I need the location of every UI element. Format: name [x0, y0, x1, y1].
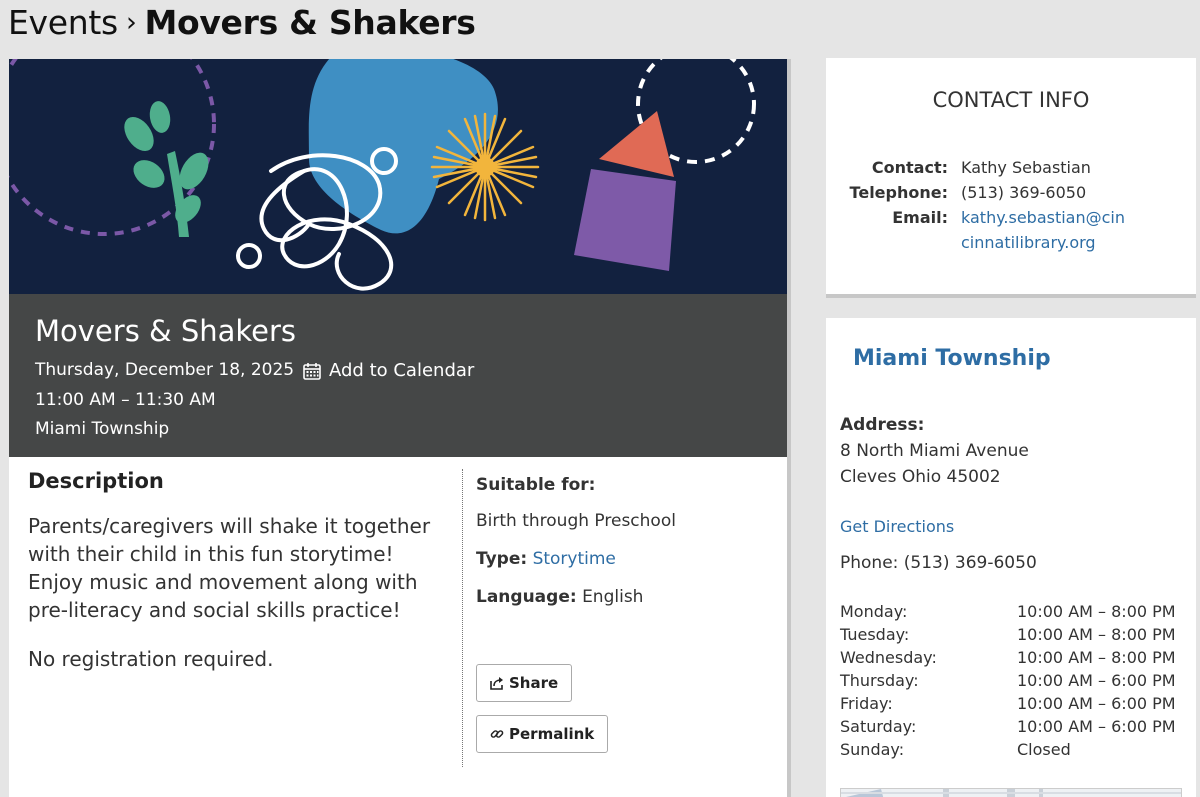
suitable-for-value: Birth through Preschool: [476, 511, 676, 531]
event-type: Type: Storytime: [476, 549, 776, 569]
add-to-calendar-link[interactable]: Add to Calendar: [303, 360, 474, 381]
calendar-icon: [303, 362, 321, 380]
breadcrumb-separator: ›: [125, 6, 137, 38]
hours-row: Tuesday: 10:00 AM – 8:00 PM: [840, 625, 1176, 644]
add-to-calendar-label: Add to Calendar: [329, 360, 475, 381]
banner-illustration: [9, 59, 787, 294]
contact-info-heading: CONTACT INFO: [932, 88, 1090, 112]
share-icon: [490, 677, 503, 690]
address-line-2: Cleves Ohio 45002: [840, 467, 1001, 487]
suitable-for-label: Suitable for:: [476, 475, 596, 495]
hours-row: Saturday: 10:00 AM – 6:00 PM: [840, 717, 1176, 736]
telephone-value: (513) 369-6050: [961, 183, 1087, 202]
breadcrumb-events-link[interactable]: Events: [8, 3, 118, 42]
description-heading: Description: [28, 469, 164, 493]
branch-name-link[interactable]: Miami Township: [853, 346, 1051, 371]
event-title: Movers & Shakers: [35, 314, 297, 348]
event-banner-image: [9, 59, 787, 294]
language-label: Language:: [476, 587, 577, 607]
event-details: Suitable for: Birth through Preschool Ty…: [476, 475, 776, 753]
type-link[interactable]: Storytime: [533, 549, 616, 569]
branch-map[interactable]: [840, 788, 1182, 797]
breadcrumb: Events › Movers & Shakers: [8, 0, 476, 44]
event-location: Miami Township: [35, 419, 170, 439]
share-button[interactable]: Share: [476, 664, 573, 702]
event-card: Movers & Shakers Thursday, December 18, …: [9, 59, 787, 797]
description-body: Parents/caregivers will shake it togethe…: [28, 514, 431, 622]
share-label: Share: [509, 674, 559, 692]
permalink-button[interactable]: Permalink: [476, 715, 609, 753]
email-label: Email:: [892, 208, 948, 227]
page-title: Movers & Shakers: [144, 2, 476, 42]
registration-note: No registration required.: [28, 647, 274, 671]
telephone-label: Telephone:: [849, 183, 948, 202]
contact-info-card: CONTACT INFO Contact: Kathy Sebastian Te…: [826, 58, 1196, 294]
event-time: 11:00 AM – 11:30 AM: [35, 390, 216, 410]
contact-label: Contact:: [871, 158, 948, 177]
permalink-label: Permalink: [509, 725, 595, 743]
branch-info-card: Miami Township Address: 8 North Miami Av…: [826, 318, 1196, 797]
language-value: English: [582, 587, 644, 607]
event-date: Thursday, December 18, 2025: [35, 360, 295, 380]
column-divider: [462, 469, 463, 767]
hours-row: Thursday: 10:00 AM – 6:00 PM: [840, 671, 1176, 690]
description-section: Description Parents/caregivers will shak…: [28, 469, 448, 694]
hours-row: Sunday: Closed: [840, 740, 1071, 759]
email-link[interactable]: kathy.sebastian@cincinnatilibrary.org: [961, 205, 1131, 255]
address-line-1: 8 North Miami Avenue: [840, 441, 1029, 461]
type-label: Type:: [476, 549, 528, 569]
hours-row: Monday: 10:00 AM – 8:00 PM: [840, 602, 1176, 621]
map-image: [841, 789, 1181, 797]
contact-name: Kathy Sebastian: [961, 158, 1091, 177]
event-language: Language: English: [476, 587, 776, 607]
hours-row: Friday: 10:00 AM – 6:00 PM: [840, 694, 1176, 713]
event-header: Movers & Shakers Thursday, December 18, …: [9, 294, 787, 457]
address-label: Address:: [840, 415, 925, 435]
branch-phone: Phone: (513) 369-6050: [840, 553, 1037, 573]
hours-table: Monday: 10:00 AM – 8:00 PM Tuesday: 10:00 …: [840, 602, 1176, 763]
link-icon: [490, 730, 504, 738]
hours-row: Wednesday: 10:00 AM – 8:00 PM: [840, 648, 1176, 667]
get-directions-link[interactable]: Get Directions: [840, 517, 954, 536]
